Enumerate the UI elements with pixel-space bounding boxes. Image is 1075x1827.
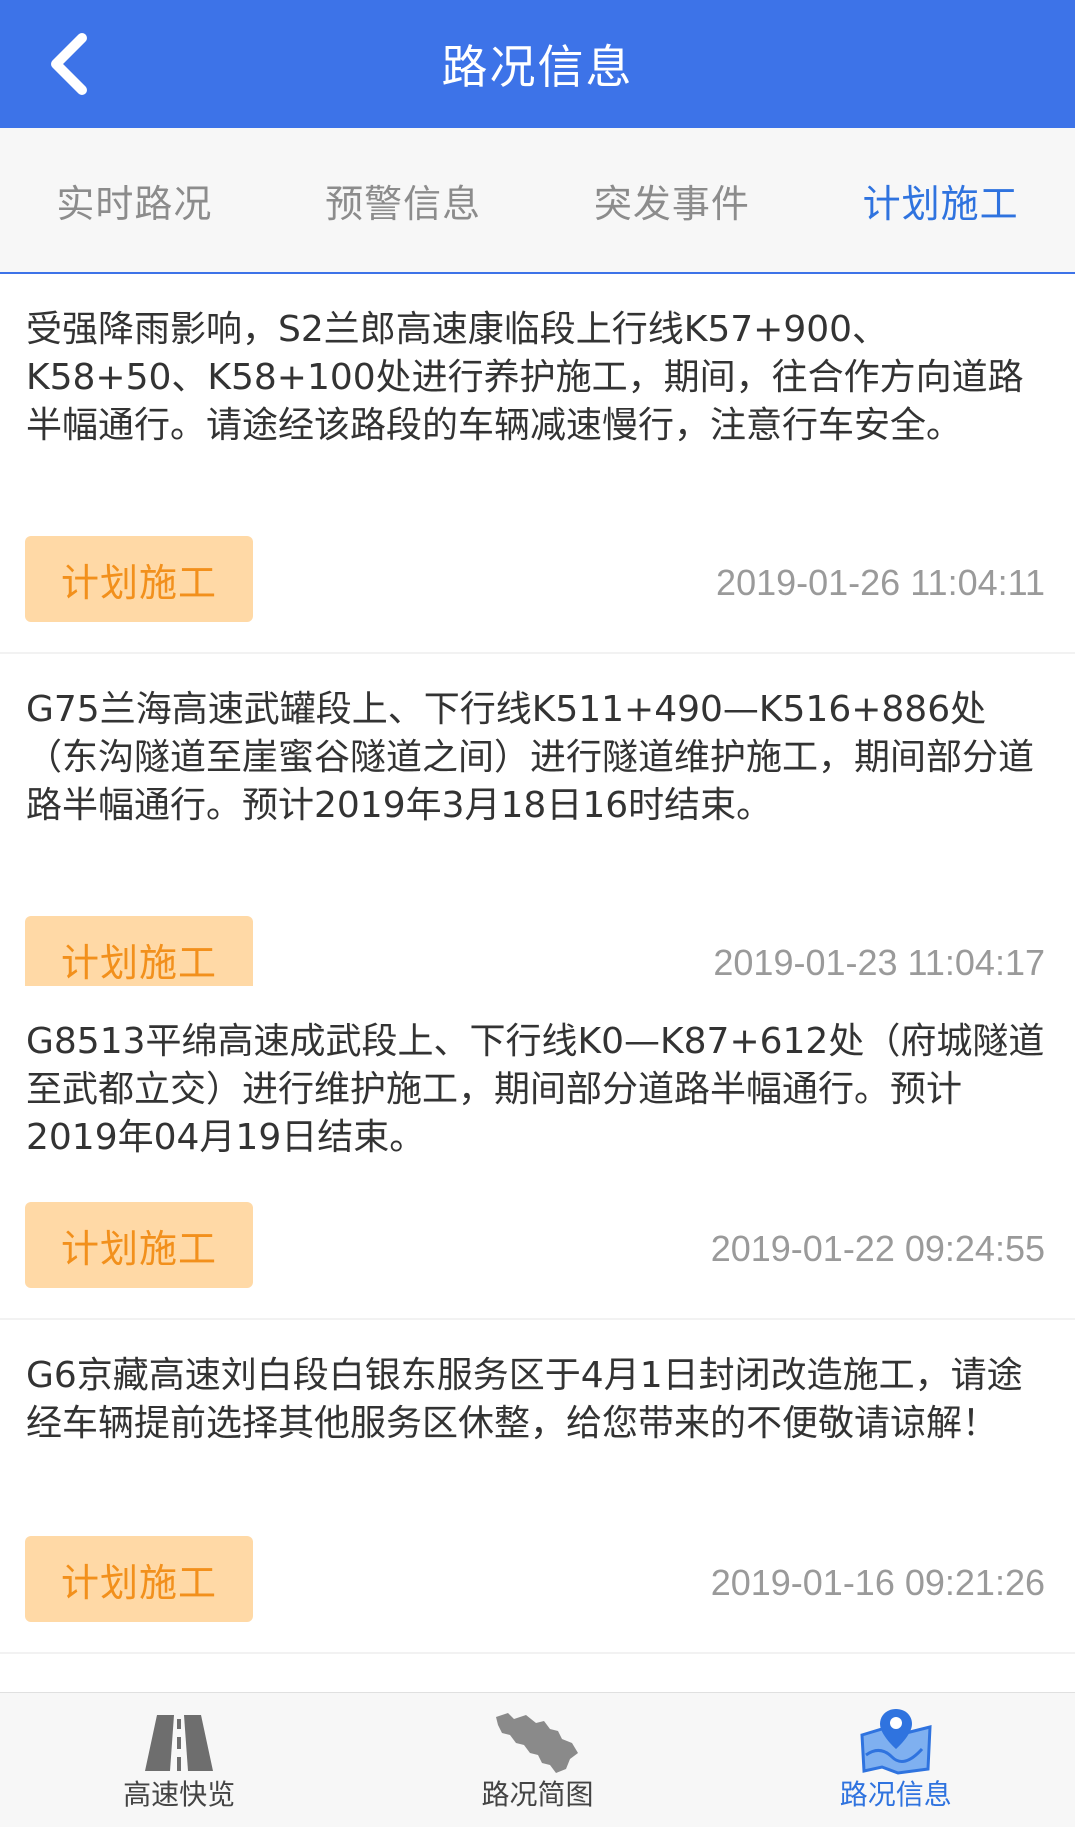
- item-timestamp: 2019-01-16 09:21:26: [710, 1562, 1045, 1603]
- tab-planned-construction[interactable]: 计划施工: [806, 128, 1075, 272]
- map-outline-icon: [496, 1713, 579, 1773]
- nav-label: 路况简图: [481, 1778, 594, 1811]
- nav-label: 高速快览: [123, 1778, 236, 1811]
- nav-label: 路况信息: [839, 1778, 952, 1811]
- back-button[interactable]: [18, 14, 118, 114]
- category-tag[interactable]: 计划施工: [25, 536, 253, 622]
- highway-icon: [145, 1715, 214, 1771]
- category-tag[interactable]: 计划施工: [25, 1202, 253, 1288]
- page-title: 路况信息: [441, 40, 634, 94]
- list-item[interactable]: G75兰海高速武罐段上、下行线K511+490—K516+886处（东沟隧道至崖…: [0, 654, 1075, 1032]
- tab-realtime-traffic[interactable]: 实时路况: [0, 128, 269, 272]
- header-bar: 路况信息: [0, 0, 1075, 128]
- item-text: G8513平绵高速成武段上、下行线K0—K87+612处（府城隧道至武都立交）进…: [26, 1021, 1045, 1158]
- list-item[interactable]: G6京藏高速刘白段白银东服务区于4月1日封闭改造施工，请途经车辆提前选择其他服务…: [0, 1320, 1075, 1652]
- item-text: G6京藏高速刘白段白银东服务区于4月1日封闭改造施工，请途经车辆提前选择其他服务…: [26, 1355, 1023, 1444]
- nav-highway-overview[interactable]: 高速快览: [0, 1693, 358, 1827]
- list-item-partial[interactable]: [0, 1654, 1075, 1692]
- tab-emergency-events[interactable]: 突发事件: [538, 128, 807, 272]
- list-item[interactable]: 受强降雨影响，S2兰郎高速康临段上行线K57+900、K58+50、K58+10…: [0, 274, 1075, 652]
- chevron-left-icon: [51, 33, 87, 95]
- app-root: 路况信息 实时路况 预警信息 突发事件 计划施工 受强降雨影响，S2兰郎高速康临…: [0, 0, 1075, 1827]
- item-text: G75兰海高速武罐段上、下行线K511+490—K516+886处（东沟隧道至崖…: [26, 689, 1035, 826]
- item-text: 受强降雨影响，S2兰郎高速康临段上行线K57+900、K58+50、K58+10…: [26, 309, 1024, 446]
- item-timestamp: 2019-01-23 11:04:17: [713, 942, 1045, 983]
- item-timestamp: 2019-01-22 09:24:55: [710, 1228, 1045, 1269]
- nav-traffic-info[interactable]: 路况信息: [717, 1693, 1075, 1827]
- list-item[interactable]: G8513平绵高速成武段上、下行线K0—K87+612处（府城隧道至武都立交）进…: [0, 986, 1075, 1318]
- category-tag[interactable]: 计划施工: [25, 1536, 253, 1622]
- tab-warning-info[interactable]: 预警信息: [269, 128, 538, 272]
- tab-bar: 实时路况 预警信息 突发事件 计划施工: [0, 128, 1075, 274]
- map-pin-icon: [860, 1709, 932, 1775]
- item-timestamp: 2019-01-26 11:04:11: [716, 562, 1045, 603]
- nav-traffic-map[interactable]: 路况简图: [358, 1693, 716, 1827]
- construction-list[interactable]: 受强降雨影响，S2兰郎高速康临段上行线K57+900、K58+50、K58+10…: [0, 274, 1075, 1692]
- bottom-nav: 高速快览 路况简图 路况信息: [0, 1692, 1075, 1827]
